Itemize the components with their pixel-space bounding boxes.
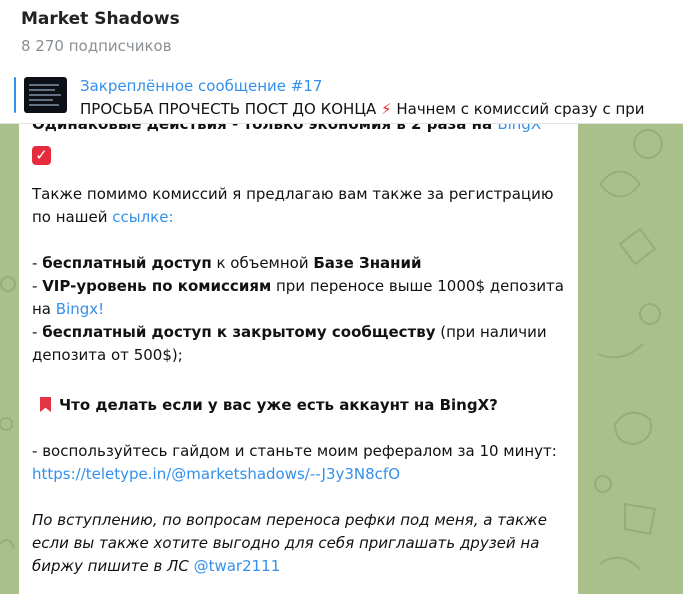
- lightning-icon: ⚡: [381, 100, 392, 118]
- bingx-link[interactable]: BingX: [497, 124, 541, 133]
- benefit-free-access: бесплатный доступ: [42, 254, 212, 272]
- contact-username-link[interactable]: @twar2111: [194, 557, 281, 575]
- benefit-community-label: бесплатный доступ к закрытому сообществу: [42, 323, 436, 341]
- check-row: ✓: [32, 136, 567, 168]
- answer-paragraph: - воспользуйтесь гайдом и станьте моим р…: [32, 440, 567, 486]
- question-text: Что делать если у вас уже есть аккаунт н…: [59, 396, 498, 414]
- message-line-savings: Одинаковые действия - только экономия в …: [32, 124, 567, 136]
- benefit-vip-label: VIP-уровень по комиссиям: [42, 277, 272, 295]
- pinned-indicator: [14, 77, 16, 113]
- registration-text: Также помимо комиссий я предлагаю вам та…: [32, 185, 554, 226]
- bullet-dash: -: [32, 254, 43, 272]
- registration-link[interactable]: ссылке:: [112, 208, 173, 226]
- subscriber-count: 8 270 подписчиков: [21, 37, 172, 55]
- answer-text: воспользуйтесь гайдом и станьте моим реф…: [42, 442, 557, 460]
- checkmark-icon: ✓: [32, 146, 51, 165]
- benefit-knowledge-base-label: Базе Знаний: [313, 254, 422, 272]
- bullet-dash: -: [32, 442, 43, 460]
- bullet-dash: -: [32, 277, 43, 295]
- paragraph-registration: Также помимо комиссий я предлагаю вам та…: [32, 183, 567, 229]
- pinned-preview: ПРОСЬБА ПРОЧЕСТЬ ПОСТ ДО КОНЦА ⚡ Начнем …: [80, 100, 683, 118]
- benefit-knowledge-base: - бесплатный доступ к объемной Базе Знан…: [32, 252, 567, 275]
- channel-title[interactable]: Market Shadows: [21, 9, 180, 29]
- pinned-text-start: ПРОСЬБА ПРОЧЕСТЬ ПОСТ ДО КОНЦА: [80, 100, 377, 118]
- bingx-deposit-link[interactable]: Bingx!: [56, 300, 104, 318]
- benefit-mid-text: к объемной: [211, 254, 314, 272]
- savings-text: Одинаковые действия - только экономия в …: [32, 124, 498, 133]
- message-bubble: Одинаковые действия - только экономия в …: [19, 124, 578, 594]
- teletype-guide-link[interactable]: https://teletype.in/@marketshadows/--J3y…: [32, 465, 400, 483]
- benefit-vip: - VIP-уровень по комиссиям при переносе …: [32, 275, 567, 321]
- chat-header: Market Shadows 8 270 подписчиков: [0, 0, 683, 68]
- bookmark-icon: [40, 397, 51, 412]
- question-heading: Что делать если у вас уже есть аккаунт н…: [32, 394, 567, 417]
- pinned-text-end: Начнем с комиссий сразу с при: [396, 100, 645, 118]
- contact-paragraph: По вступлению, по вопросам переноса рефк…: [32, 509, 567, 578]
- pinned-title: Закреплённое сообщение #17: [80, 77, 323, 95]
- message-text: Одинаковые действия - только экономия в …: [32, 124, 567, 578]
- bullet-dash: -: [32, 323, 43, 341]
- contact-text: По вступлению, по вопросам переноса рефк…: [32, 511, 547, 575]
- pinned-message-bar[interactable]: Закреплённое сообщение #17 ПРОСЬБА ПРОЧЕ…: [0, 67, 683, 124]
- benefit-community: - бесплатный доступ к закрытому сообщест…: [32, 321, 567, 367]
- pinned-thumbnail: [24, 77, 67, 113]
